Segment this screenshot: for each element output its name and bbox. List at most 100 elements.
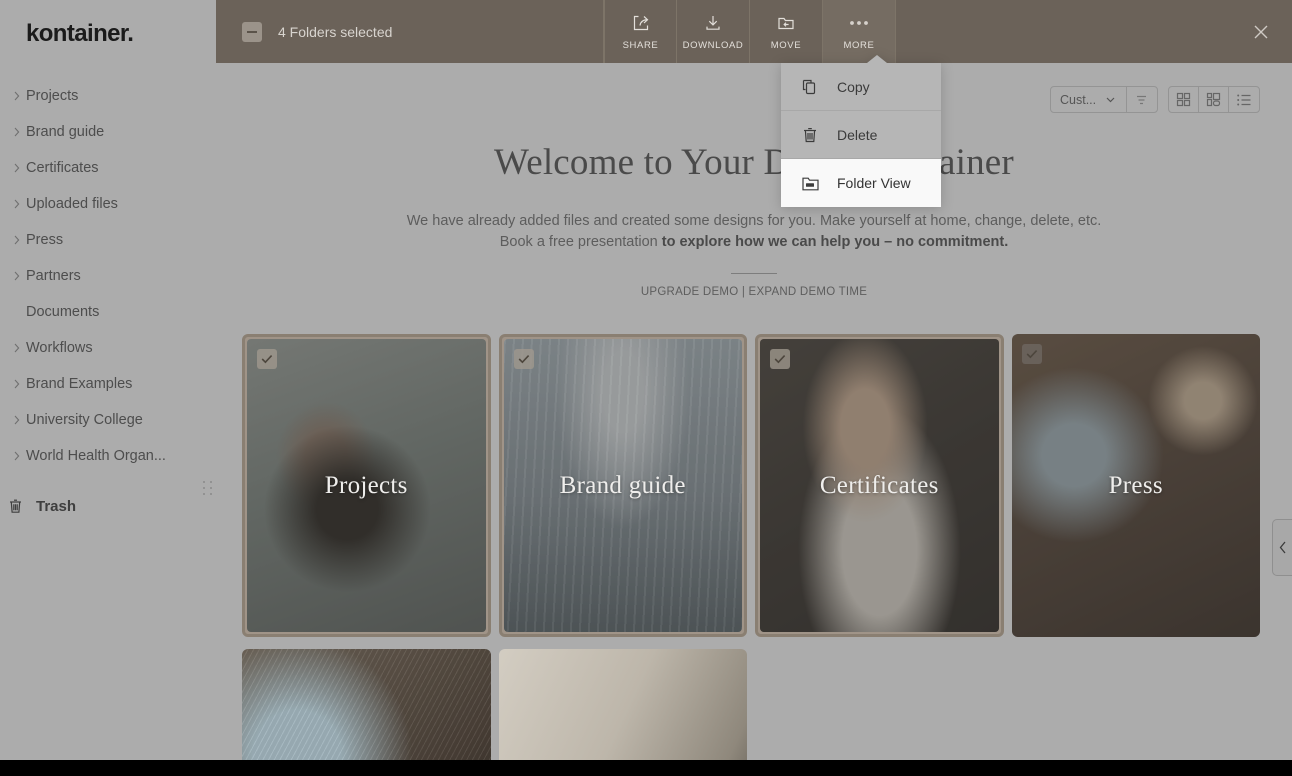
chevron-right-icon[interactable] xyxy=(8,235,26,245)
view-grid-button[interactable] xyxy=(1169,87,1199,112)
sidebar-item-brand-examples[interactable]: Brand Examples xyxy=(0,366,216,402)
sidebar-item-trash[interactable]: Trash xyxy=(0,488,216,524)
view-masonry-button[interactable] xyxy=(1199,87,1229,112)
menu-arrow xyxy=(867,55,887,63)
chevron-right-icon[interactable] xyxy=(8,451,26,461)
menu-item-copy[interactable]: Copy xyxy=(781,63,941,111)
sidebar-item-certificates[interactable]: Certificates xyxy=(0,150,216,186)
download-label: DOWNLOAD xyxy=(683,40,744,51)
download-button[interactable]: DOWNLOAD xyxy=(677,0,750,63)
folder-card-inner: Certificates xyxy=(760,339,999,632)
copy-icon xyxy=(799,78,821,96)
chevron-right-icon[interactable] xyxy=(8,415,26,425)
chevron-right-icon[interactable] xyxy=(8,271,26,281)
chevron-right-icon[interactable] xyxy=(8,379,26,389)
folder-card[interactable]: Brand guide xyxy=(499,334,748,637)
sort-select[interactable]: Cust... xyxy=(1051,87,1127,112)
folder-card[interactable] xyxy=(499,649,748,760)
main-area: Cust... xyxy=(216,0,1292,760)
bottom-black-bar xyxy=(0,760,1292,776)
kontainer-app: kontainer. Projects Brand guide Certificat… xyxy=(0,0,1292,776)
upgrade-demo-link[interactable]: UPGRADE DEMO | EXPAND DEMO TIME xyxy=(216,286,1292,298)
more-button[interactable]: MORE xyxy=(823,0,896,63)
sidebar-item-label: Partners xyxy=(26,268,81,284)
menu-item-label: Copy xyxy=(837,79,870,95)
welcome-line-2-bold: to explore how we can help you – no comm… xyxy=(662,234,1008,250)
folder-select-checkbox[interactable] xyxy=(514,349,534,369)
sort-control-group: Cust... xyxy=(1050,86,1158,113)
sidebar-item-workflows[interactable]: Workflows xyxy=(0,330,216,366)
sidebar-resize-handle[interactable] xyxy=(203,481,214,495)
page-title: Welcome to Your Demo Kontainer xyxy=(216,141,1292,184)
folder-select-checkbox[interactable] xyxy=(257,349,277,369)
sidebar-item-projects[interactable]: Projects xyxy=(0,78,216,114)
sidebar-item-partners[interactable]: Partners xyxy=(0,258,216,294)
sort-direction-button[interactable] xyxy=(1127,87,1157,112)
sidebar-item-world-health-organ[interactable]: World Health Organ... xyxy=(0,438,216,474)
toolbar-actions: SHARE DOWNLOAD xyxy=(604,0,896,63)
content-scroll: Cust... xyxy=(216,63,1292,760)
trash-icon xyxy=(799,126,821,144)
folder-card[interactable]: Press xyxy=(1012,334,1261,637)
sidebar-item-label: Projects xyxy=(26,88,78,104)
more-dots-icon xyxy=(848,12,870,34)
folder-card-inner: Press xyxy=(1012,334,1261,637)
sidebar-item-label: World Health Organ... xyxy=(26,448,166,464)
folder-grid-row2 xyxy=(242,649,1260,760)
welcome-line-2-normal: Book a free presentation xyxy=(500,234,662,250)
chevron-left-icon xyxy=(1279,541,1287,554)
sidebar-item-label: Uploaded files xyxy=(26,196,118,212)
folder-card-title: Certificates xyxy=(760,472,999,500)
sidebar-item-label: Brand guide xyxy=(26,124,104,140)
folder-card[interactable]: Projects xyxy=(242,334,491,637)
folder-grid: Projects Brand guide Certificates Press xyxy=(242,334,1260,637)
welcome-text: We have already added files and created … xyxy=(216,211,1292,253)
folder-card-title: Projects xyxy=(247,472,486,500)
select-all-checkbox[interactable] xyxy=(242,22,262,42)
sidebar: kontainer. Projects Brand guide Certificat… xyxy=(0,0,216,760)
chevron-right-icon[interactable] xyxy=(8,127,26,137)
sidebar-item-documents[interactable]: Documents xyxy=(0,294,216,330)
view-toggle-group xyxy=(1168,86,1260,113)
sidebar-item-label: Documents xyxy=(26,304,99,320)
chevron-right-icon[interactable] xyxy=(8,343,26,353)
sidebar-item-label: Certificates xyxy=(26,160,99,176)
right-panel-toggle[interactable] xyxy=(1272,519,1292,576)
brand-name: kontainer. xyxy=(26,20,216,48)
move-folder-icon xyxy=(776,12,796,34)
sidebar-item-uploaded-files[interactable]: Uploaded files xyxy=(0,186,216,222)
share-label: SHARE xyxy=(623,40,659,51)
chevron-right-icon[interactable] xyxy=(8,91,26,101)
masonry-view-icon xyxy=(1206,92,1221,107)
view-controls: Cust... xyxy=(1050,86,1260,113)
view-list-button[interactable] xyxy=(1229,87,1259,112)
folder-card[interactable]: Certificates xyxy=(755,334,1004,637)
selection-toolbar: 4 Folders selected SHARE xyxy=(216,0,1292,63)
brand-logo[interactable]: kontainer. xyxy=(0,0,216,64)
folder-select-checkbox[interactable] xyxy=(770,349,790,369)
move-button[interactable]: MOVE xyxy=(750,0,823,63)
folder-card-inner: Brand guide xyxy=(504,339,743,632)
folder-select-checkbox[interactable] xyxy=(1022,344,1042,364)
folder-card[interactable] xyxy=(242,649,491,760)
chevron-right-icon[interactable] xyxy=(8,199,26,209)
chevron-down-icon xyxy=(1106,97,1115,103)
share-button[interactable]: SHARE xyxy=(604,0,677,63)
trash-icon xyxy=(8,498,28,514)
list-view-icon xyxy=(1237,93,1252,107)
welcome-line-1: We have already added files and created … xyxy=(407,213,1102,229)
folder-card-inner: Projects xyxy=(247,339,486,632)
sort-descending-icon xyxy=(1135,94,1149,106)
chevron-right-icon[interactable] xyxy=(8,163,26,173)
sidebar-item-university-college[interactable]: University College xyxy=(0,402,216,438)
folder-card-title: Press xyxy=(1012,472,1261,500)
selection-count-label: 4 Folders selected xyxy=(278,24,392,40)
menu-item-folder-view[interactable]: Folder View xyxy=(781,159,941,207)
grid-view-icon xyxy=(1176,92,1191,107)
share-icon xyxy=(631,12,651,34)
close-selection-button[interactable] xyxy=(1230,0,1292,63)
sidebar-item-press[interactable]: Press xyxy=(0,222,216,258)
sidebar-item-brand-guide[interactable]: Brand guide xyxy=(0,114,216,150)
menu-item-delete[interactable]: Delete xyxy=(781,111,941,159)
more-dropdown-menu: Copy DeleteFolder View xyxy=(781,63,941,207)
